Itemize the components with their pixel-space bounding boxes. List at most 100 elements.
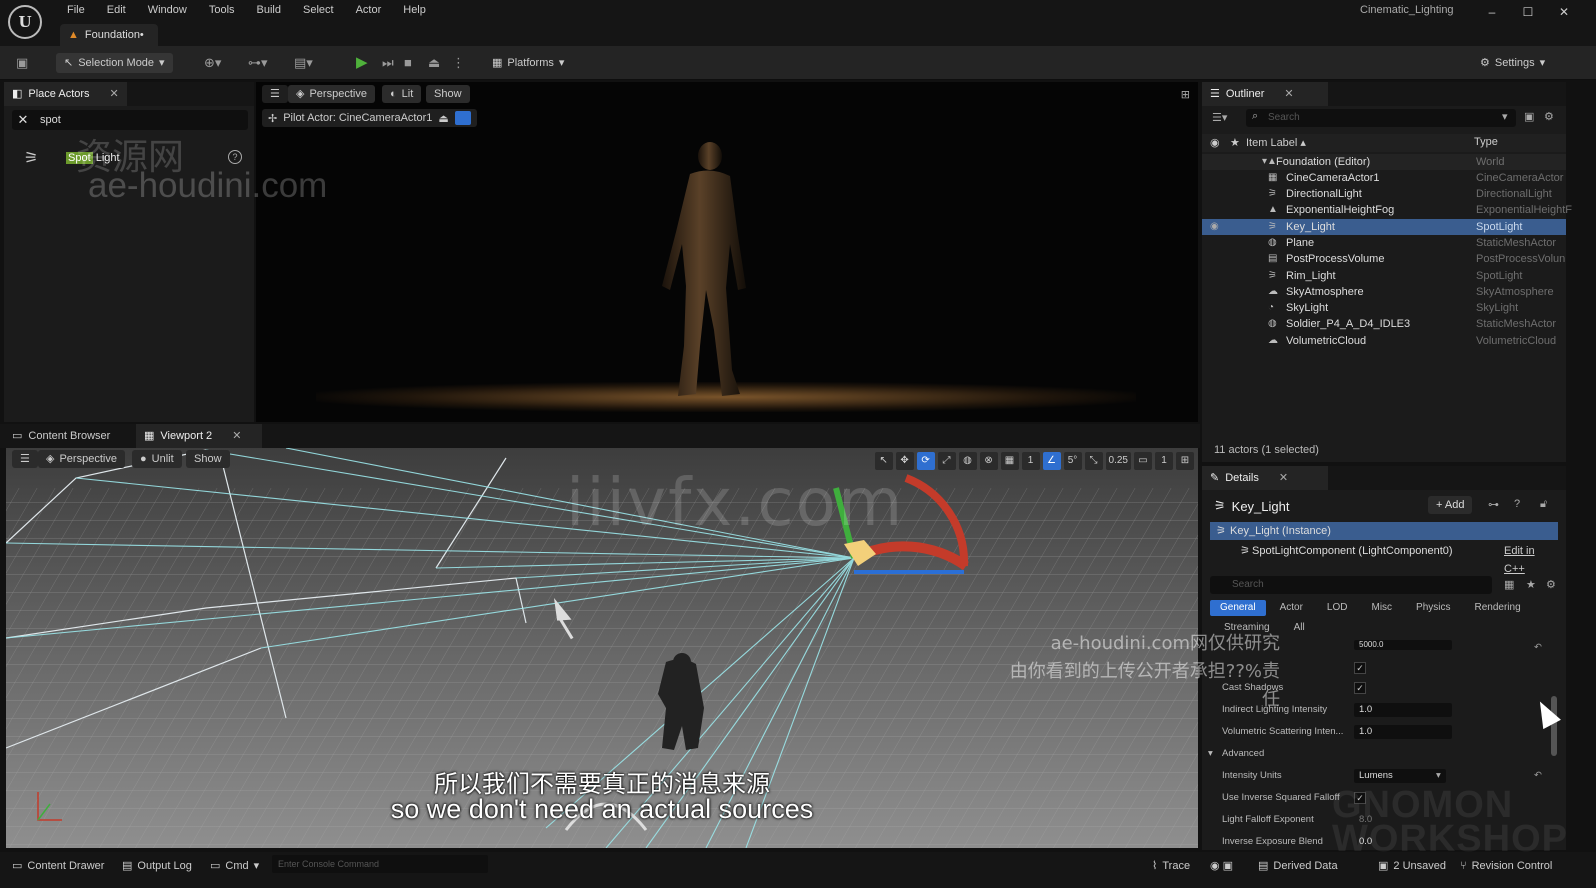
col-item-label[interactable]: Item Label ▴ — [1246, 136, 1306, 149]
minimize-button[interactable]: – — [1474, 2, 1510, 22]
settings-dropdown[interactable]: ⚙ Settings ▾ — [1480, 53, 1545, 73]
add-component-button[interactable]: + Add — [1428, 496, 1473, 514]
table-view-icon[interactable]: ▦ — [1504, 578, 1514, 591]
menu-tools[interactable]: Tools — [200, 2, 244, 18]
viewport2-show-button[interactable]: Show — [186, 450, 230, 468]
stop-icon[interactable]: ■ — [404, 53, 412, 73]
selection-mode-dropdown[interactable]: ↖ Selection Mode ▾ — [56, 53, 173, 73]
camera-speed-value[interactable]: 1 — [1155, 452, 1173, 470]
lit-button[interactable]: ◐ Lit — [382, 85, 422, 103]
outliner-row[interactable]: ◔ SkyLight SkyLight — [1202, 300, 1566, 316]
gear-icon[interactable]: ⚙ — [1544, 110, 1554, 123]
menu-file[interactable]: File — [58, 2, 94, 18]
scale-tool-icon[interactable]: ⤢ — [937, 452, 956, 470]
place-actors-search-input[interactable]: spot — [34, 114, 61, 126]
advanced-section[interactable]: ▾ Advanced — [1202, 744, 1554, 764]
maximize-viewport-icon[interactable]: ⊞ — [1176, 452, 1194, 470]
tab-place-actors[interactable]: ◧ Place Actors ✕ — [4, 82, 127, 106]
outliner-row[interactable]: ⚞ Rim_Light SpotLight — [1202, 268, 1566, 284]
gear-icon[interactable]: ⚙ — [1546, 578, 1556, 591]
revision-control-button[interactable]: ⑂ Revision Control — [1460, 857, 1552, 875]
details-search-input[interactable]: Search — [1210, 576, 1492, 594]
surface-snap-icon[interactable]: ⊗ — [979, 452, 998, 470]
menu-window[interactable]: Window — [139, 2, 196, 18]
rotate-tool-icon[interactable]: ⟳ — [916, 452, 935, 470]
grid-snap-icon[interactable]: ▦ — [1000, 452, 1019, 470]
close-window-button[interactable]: ✕ — [1546, 2, 1582, 22]
close-icon[interactable]: ✕ — [1279, 466, 1288, 490]
show-button[interactable]: Show — [426, 85, 470, 103]
component-instance-row[interactable]: ⚞ Key_Light (Instance) — [1210, 522, 1558, 540]
unlit-button[interactable]: ● Unlit — [132, 450, 182, 468]
eject-icon[interactable]: ⏏ — [428, 53, 440, 73]
angle-snap-value[interactable]: 5° — [1063, 452, 1082, 470]
star-icon[interactable]: ★ — [1526, 578, 1536, 591]
col-type[interactable]: Type — [1474, 136, 1498, 148]
platforms-dropdown[interactable]: ▦ Platforms ▾ — [492, 53, 564, 73]
outliner-row[interactable]: ▤ PostProcessVolume PostProcessVolun — [1202, 251, 1566, 267]
outliner-row[interactable]: ⚞ DirectionalLight DirectionalLight — [1202, 186, 1566, 202]
maximize-viewport-icon[interactable]: ⊞ — [1181, 88, 1190, 101]
outliner-row[interactable]: ▲ ExponentialHeightFog ExponentialHeight… — [1202, 202, 1572, 218]
category-physics[interactable]: Physics — [1406, 600, 1460, 616]
close-icon[interactable]: ✕ — [110, 82, 119, 106]
maximize-button[interactable]: ☐ — [1510, 2, 1546, 22]
chevron-down-icon[interactable]: ▾ — [1502, 110, 1508, 123]
reset-icon[interactable]: ↶ — [1534, 766, 1542, 786]
viewport-menu-icon[interactable]: ☰ — [262, 85, 288, 103]
unreal-logo-icon[interactable]: U — [8, 5, 42, 39]
place-actors-search[interactable]: ✕ spot — [12, 110, 248, 130]
intensity-units-select[interactable]: Lumens — [1354, 769, 1446, 783]
menu-select[interactable]: Select — [294, 2, 343, 18]
unsaved-button[interactable]: ▣ 2 Unsaved — [1378, 857, 1446, 875]
viewport2-perspective-button[interactable]: ◈ Perspective — [38, 450, 125, 468]
save-icon[interactable]: ▣ — [16, 53, 28, 73]
outliner-row[interactable]: ▦ CineCameraActor1 CineCameraActor — [1202, 170, 1566, 186]
menu-help[interactable]: Help — [394, 2, 435, 18]
indirect-intensity-input[interactable]: 1.0 — [1354, 703, 1452, 717]
cmd-dropdown[interactable]: ▭ Cmd ▾ — [210, 857, 259, 875]
clear-search-icon[interactable]: ✕ — [12, 112, 34, 128]
menu-edit[interactable]: Edit — [98, 2, 135, 18]
play-icon[interactable]: ▶ — [356, 53, 368, 73]
outliner-row[interactable]: ◍ Plane StaticMeshActor — [1202, 235, 1566, 251]
scale-snap-value[interactable]: 0.25 — [1105, 452, 1131, 470]
tab-outliner[interactable]: ☰ Outliner ✕ — [1202, 82, 1328, 106]
level-tab[interactable]: ▲ Foundation• — [60, 24, 158, 46]
derived-data-button[interactable]: ▤ Derived Data — [1258, 857, 1338, 875]
tab-viewport2[interactable]: ▦ Viewport 2 ✕ — [136, 424, 262, 448]
tab-content-browser[interactable]: ▭ Content Browser — [4, 424, 118, 448]
angle-snap-icon[interactable]: ∠ — [1042, 452, 1061, 470]
cinematics-icon[interactable]: ▤▾ — [294, 53, 313, 73]
console-input[interactable]: Enter Console Command — [272, 855, 488, 873]
trace-button[interactable]: ⌇ Trace — [1152, 857, 1190, 875]
camera-lock-icon[interactable] — [454, 111, 471, 125]
outliner-row-root[interactable]: ▾▲ Foundation (Editor) World — [1202, 154, 1566, 170]
lock-icon[interactable]: 🔓︎ — [1540, 498, 1547, 511]
camera-speed-icon[interactable]: ▭ — [1134, 452, 1152, 470]
volumetric-scattering-input[interactable]: 1.0 — [1354, 725, 1452, 739]
output-log-button[interactable]: ▤ Output Log — [122, 857, 192, 875]
category-all[interactable]: All — [1284, 620, 1315, 636]
scale-snap-icon[interactable]: ⤡ — [1084, 452, 1103, 470]
screenshot-icon[interactable]: ◉ ▣ — [1210, 857, 1233, 875]
more-options-icon[interactable]: ⋮ — [452, 53, 465, 73]
filter-icon[interactable]: ☰▾ — [1212, 111, 1227, 124]
prop-value[interactable]: 5000.0 — [1354, 640, 1452, 650]
add-folder-icon[interactable]: ▣ — [1524, 110, 1534, 123]
help-icon[interactable]: ? — [1514, 498, 1520, 510]
reset-icon[interactable]: ↶ — [1534, 638, 1542, 658]
add-actor-icon[interactable]: ⊕▾ — [204, 53, 221, 73]
help-icon[interactable]: ? — [228, 150, 242, 164]
outliner-row[interactable]: ☁ SkyAtmosphere SkyAtmosphere — [1202, 284, 1566, 300]
blueprint-icon[interactable]: ⊶▾ — [248, 53, 268, 73]
menu-build[interactable]: Build — [248, 2, 290, 18]
blueprint-icon[interactable]: ⊶ — [1488, 498, 1499, 511]
edit-in-cpp-link[interactable]: Edit in C++ — [1504, 542, 1558, 578]
cast-shadows-checkbox[interactable]: ✓ — [1354, 682, 1366, 694]
grid-snap-value[interactable]: 1 — [1021, 452, 1040, 470]
perspective-button[interactable]: ◈ Perspective — [288, 85, 375, 103]
category-actor[interactable]: Actor — [1270, 600, 1313, 616]
world-space-icon[interactable]: ◍ — [958, 452, 977, 470]
close-icon[interactable]: ✕ — [232, 424, 241, 448]
